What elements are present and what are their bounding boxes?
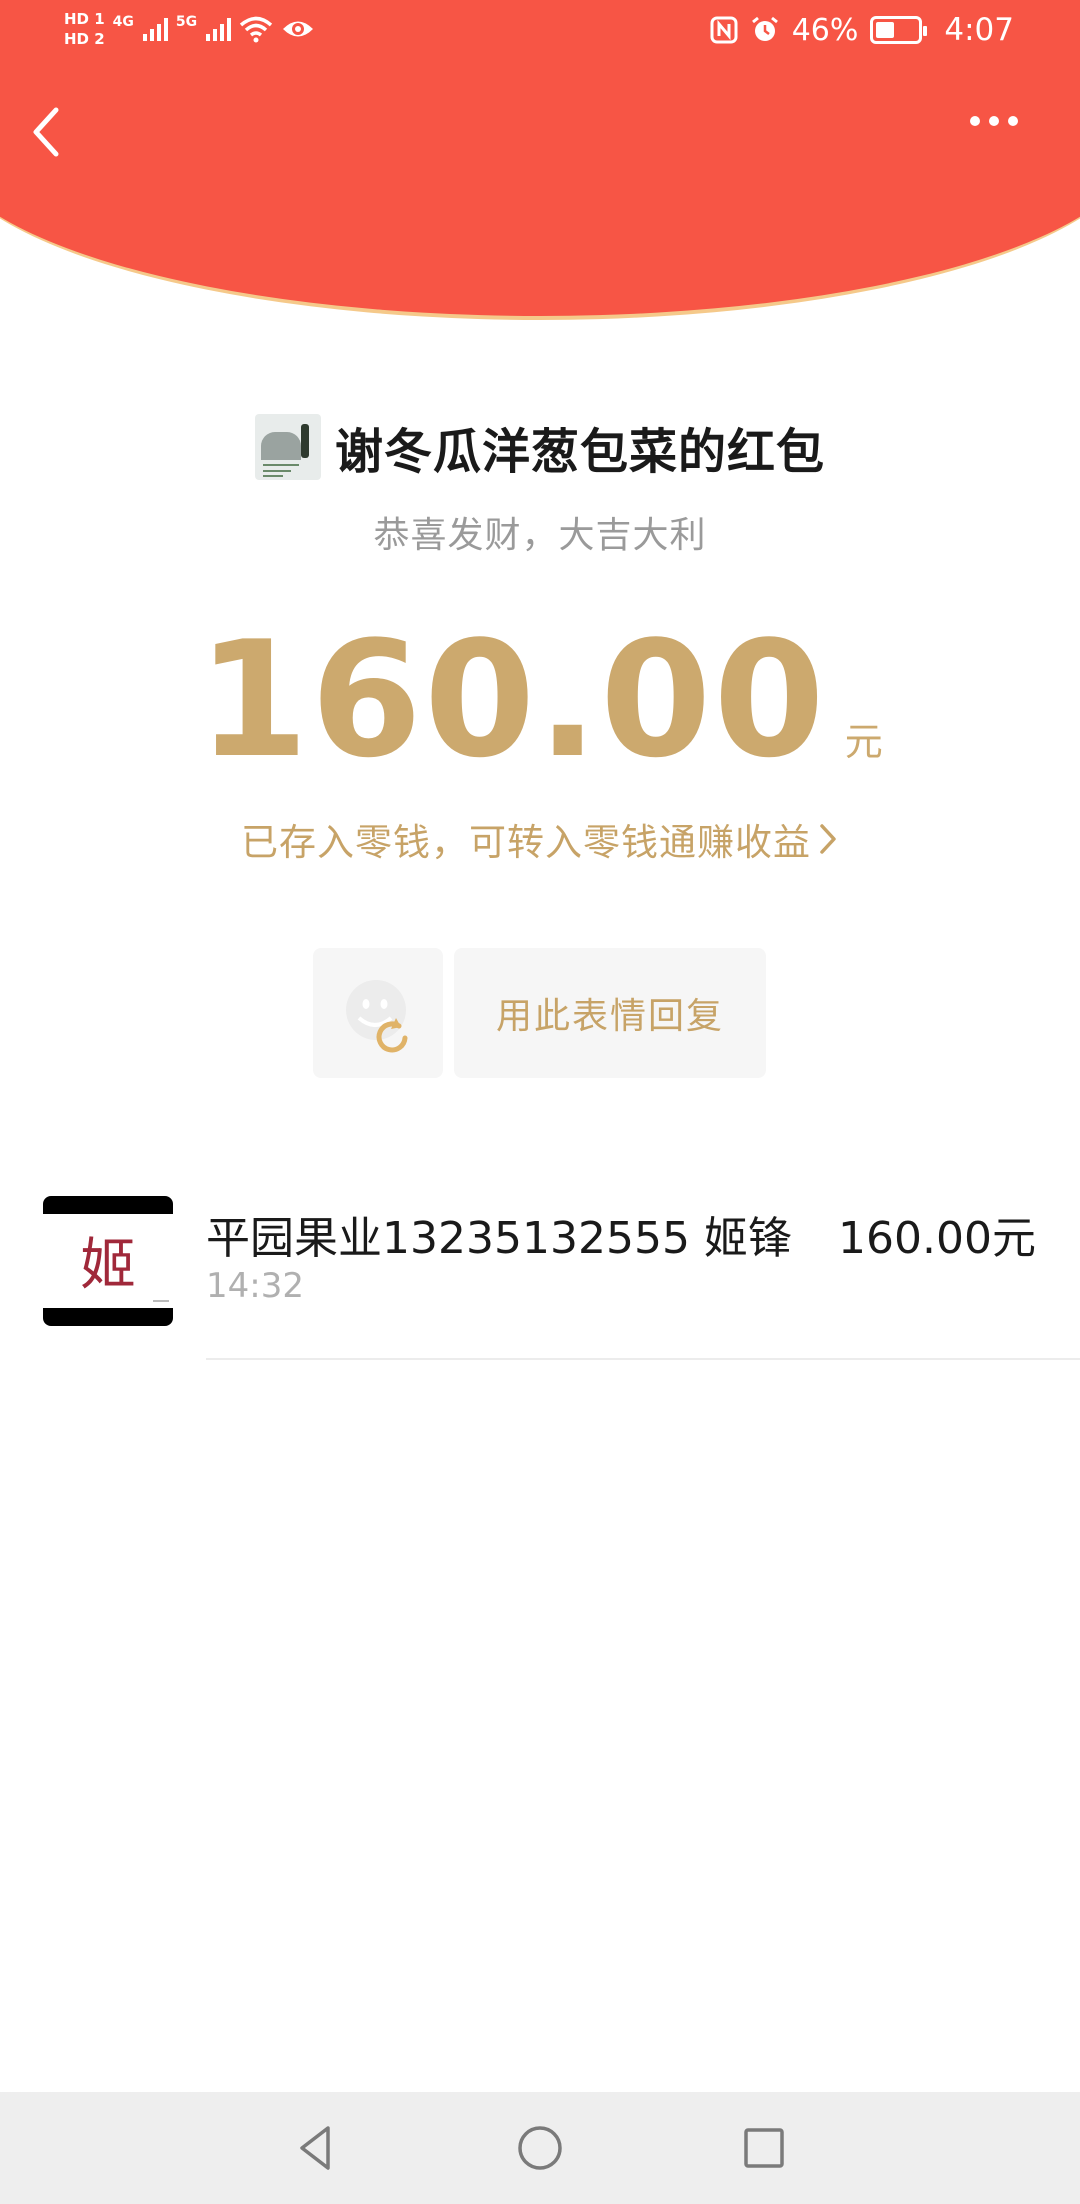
more-button[interactable] <box>970 116 1030 126</box>
reply-with-sticker-button[interactable]: 用此表情回复 <box>454 948 766 1078</box>
receiver-name: 平园果业13235132555 姬锋 <box>206 1213 792 1264</box>
amount-value: 160.00 <box>197 606 827 793</box>
signal-icon-2 <box>206 18 232 41</box>
battery-percent: 46% <box>791 12 859 48</box>
square-recents-icon[interactable] <box>736 2120 792 2176</box>
sender-row: 谢冬瓜洋葱包菜的红包 <box>0 412 1080 482</box>
amount-unit: 元 <box>844 720 883 764</box>
sticker-refresh-icon <box>346 980 408 1053</box>
net1-label: 4G <box>112 14 134 30</box>
sender-title: 谢冬瓜洋葱包菜的红包 <box>334 424 825 480</box>
red-packet-detail-page: HD 1 HD 2 4G 5G 46% 4:07 谢冬瓜洋葱包菜的红包 恭喜发财… <box>0 0 1080 2204</box>
reply-label: 用此表情回复 <box>495 996 724 1037</box>
back-button[interactable] <box>24 102 74 162</box>
receiver-amount: 160.00元 <box>838 1213 1036 1264</box>
net2-label: 5G <box>175 14 198 30</box>
hd-indicators: HD 1 HD 2 <box>64 10 105 48</box>
status-bar: HD 1 HD 2 4G 5G 46% 4:07 <box>0 0 1080 66</box>
list-divider <box>206 1358 1080 1360</box>
receiver-avatar: 姬 <box>43 1196 173 1326</box>
receiver-list-item[interactable]: 姬 平园果业13235132555 姬锋 160.00元 14:32 <box>0 1196 1080 1360</box>
sender-avatar[interactable] <box>254 414 321 480</box>
chevron-right-icon <box>820 824 836 854</box>
receiver-time: 14:32 <box>206 1266 304 1306</box>
amount-row: 160.00 元 <box>0 620 1080 780</box>
triangle-back-icon[interactable] <box>288 2120 344 2176</box>
battery-icon <box>870 16 928 44</box>
hd1-label: HD 1 <box>64 10 105 28</box>
receiver-avatar-glyph: 姬 <box>80 1233 136 1298</box>
wish-text: 恭喜发财，大吉大利 <box>373 515 707 556</box>
eye-icon <box>283 21 314 37</box>
wifi-icon <box>239 16 273 43</box>
nfc-icon <box>710 16 738 44</box>
chevron-left-icon <box>33 107 59 157</box>
system-nav-bar <box>0 2092 1080 2204</box>
alarm-icon <box>751 16 778 41</box>
status-left: HD 1 HD 2 4G 5G <box>64 10 315 48</box>
saved-to-wallet-link[interactable]: 已存入零钱，可转入零钱通赚收益 <box>0 812 1080 866</box>
more-dot-icon <box>970 116 980 126</box>
clock-time: 4:07 <box>944 12 1014 48</box>
more-dot-icon <box>989 116 999 126</box>
sticker-refresh-button[interactable] <box>313 948 443 1078</box>
status-right: 46% 4:07 <box>710 12 1014 48</box>
signal-icon <box>142 18 168 41</box>
circle-home-icon[interactable] <box>512 2120 568 2176</box>
more-dot-icon <box>1008 116 1018 126</box>
saved-text: 已存入零钱，可转入零钱通赚收益 <box>241 821 811 864</box>
hd2-label: HD 2 <box>64 30 105 48</box>
